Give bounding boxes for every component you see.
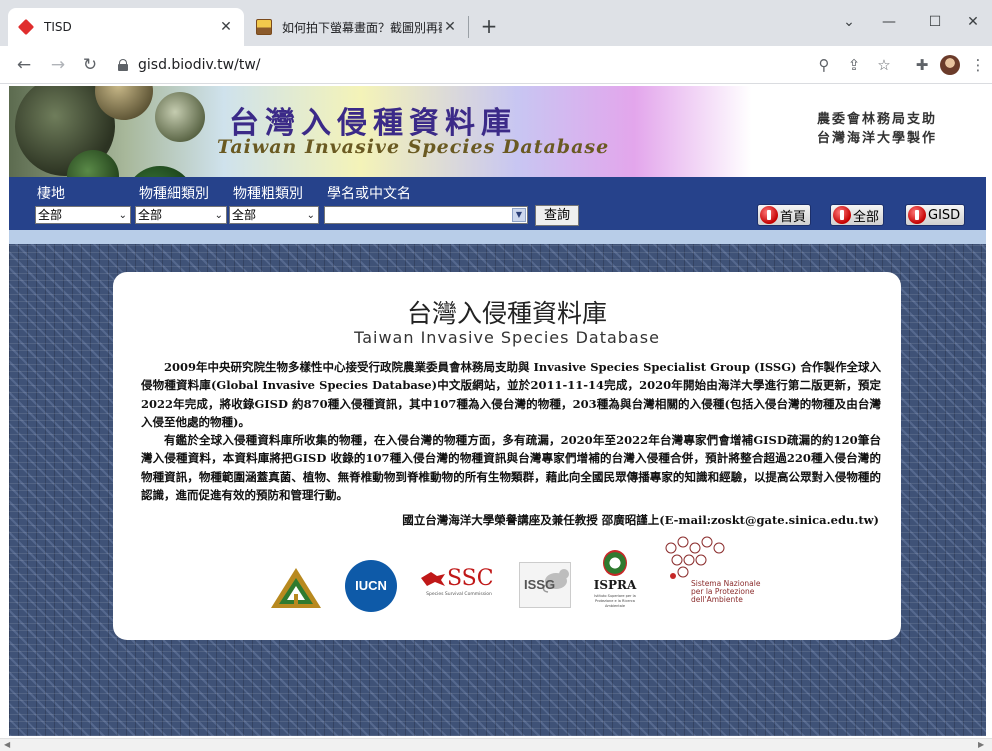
home-nav-button[interactable]: 首頁 xyxy=(757,204,812,226)
forward-arrow-icon[interactable]: → xyxy=(44,51,72,79)
lock-icon[interactable] xyxy=(118,59,128,71)
tab-tisd[interactable]: TISD ✕ xyxy=(8,8,244,46)
habitat-select-value: 全部 xyxy=(38,208,63,222)
browser-toolbar: ← → ↻ gisd.biodiv.tw/tw/ ⚲ ⇪ ☆ ✚ ⋮ xyxy=(0,46,992,84)
scroll-right-arrow-icon[interactable]: ▶ xyxy=(978,740,984,749)
iucn-logo[interactable]: IUCN xyxy=(345,560,397,612)
close-window-button[interactable]: ✕ xyxy=(950,8,992,36)
all-nav-label: 全部 xyxy=(853,209,880,225)
fine-category-select[interactable]: 全部 ⌄ xyxy=(135,206,227,224)
search-submit-button[interactable]: 查詢 xyxy=(535,205,579,226)
chevron-down-icon: ⌄ xyxy=(214,210,223,221)
scroll-left-arrow-icon[interactable]: ◀ xyxy=(4,740,10,749)
zoom-icon[interactable]: ⚲ xyxy=(810,51,838,79)
picture-icon xyxy=(256,19,272,35)
issg-logo[interactable]: ISSG xyxy=(519,562,571,608)
chevron-down-icon: ⌄ xyxy=(306,210,315,221)
red-diamond-icon xyxy=(17,18,35,36)
snpa-logo-text: Sistema Nazionale per la Protezione dell… xyxy=(691,579,761,604)
back-arrow-icon[interactable]: ← xyxy=(10,51,38,79)
hexagon-network-icon xyxy=(665,536,725,579)
ssc-logo-subtitle: Species Survival Commission xyxy=(426,592,492,597)
coarse-category-select[interactable]: 全部 ⌄ xyxy=(229,206,319,224)
intro-paragraph: 有鑑於全球入侵種資料庫所收集的物種，在入侵台灣的物種方面，多有疏漏，2020年至… xyxy=(141,433,881,503)
reload-icon[interactable]: ↻ xyxy=(76,51,104,79)
bookmark-star-icon[interactable]: ☆ xyxy=(870,51,898,79)
tab-screenshot-article[interactable]: 如何拍下螢幕畫面？截圖別再戳... ✕ xyxy=(246,8,468,46)
intro-text: 2009年中央研究院生物多樣性中心接受行政院農業委員會林務局支助與 Invasi… xyxy=(141,358,881,504)
info-icon xyxy=(760,206,778,224)
author-signature: 國立台灣海洋大學榮譽講座及兼任教授 邵廣昭謹上(E-mail:zoskt@gat… xyxy=(402,513,879,527)
ssc-logo-text: SSC xyxy=(447,566,494,591)
intro-paragraph: 2009年中央研究院生物多樣性中心接受行政院農業委員會林務局支助與 Invasi… xyxy=(141,360,881,429)
share-icon[interactable]: ⇪ xyxy=(840,51,868,79)
habitat-select[interactable]: 全部 ⌄ xyxy=(35,206,131,224)
close-tab-icon[interactable]: ✕ xyxy=(442,19,458,35)
gisd-nav-button[interactable]: GISD xyxy=(905,204,966,226)
url-text: gisd.biodiv.tw/tw/ xyxy=(138,57,261,73)
panel-title-english: Taiwan Invasive Species Database xyxy=(354,328,660,347)
issg-logo-text: ISSG xyxy=(524,577,556,592)
fine-category-select-value: 全部 xyxy=(138,208,163,222)
species-photo-orb xyxy=(155,92,205,142)
chevron-down-icon: ⌄ xyxy=(118,210,127,221)
site-banner: 台灣入侵種資料庫 Taiwan Invasive Species Databas… xyxy=(9,86,986,177)
ispra-logo-text: ISPRA xyxy=(593,578,637,592)
page-viewport: 台灣入侵種資料庫 Taiwan Invasive Species Databas… xyxy=(0,84,992,751)
web-page: 台灣入侵種資料庫 Taiwan Invasive Species Databas… xyxy=(9,86,986,736)
minimize-button[interactable]: — xyxy=(866,8,912,36)
panel-title-chinese: 台灣入侵種資料庫 xyxy=(406,299,607,328)
coarse-category-label: 物種粗類別 xyxy=(233,186,303,202)
species-name-combobox[interactable]: ▼ xyxy=(324,206,528,224)
info-icon xyxy=(908,206,926,224)
coarse-category-select-value: 全部 xyxy=(232,208,257,222)
address-bar[interactable]: gisd.biodiv.tw/tw/ xyxy=(108,50,808,80)
banner-title-english: Taiwan Invasive Species Database xyxy=(217,136,610,158)
search-bar: 棲地 物種細類別 物種粗類別 學名或中文名 全部 ⌄ 全部 ⌄ 全部 ⌄ ▼ 查… xyxy=(9,177,986,230)
name-label: 學名或中文名 xyxy=(327,186,411,202)
banner-sponsor-text: 農委會林務局支助 台灣海洋大學製作 xyxy=(817,110,937,148)
intro-panel: 台灣入侵種資料庫 Taiwan Invasive Species Databas… xyxy=(113,272,901,640)
accent-band xyxy=(9,230,986,244)
extensions-icon[interactable]: ✚ xyxy=(908,51,936,79)
combo-dropdown-button[interactable]: ▼ xyxy=(512,208,526,222)
producer-line: 台灣海洋大學製作 xyxy=(817,131,938,146)
forestry-bureau-logo[interactable] xyxy=(269,566,323,610)
ispra-logo-subtitle: Istituto Superiore per la Protezione e l… xyxy=(594,594,636,608)
italian-emblem-icon xyxy=(603,550,627,576)
ssc-emblem-icon xyxy=(421,572,445,586)
ispra-logo[interactable]: ISPRA Istituto Superiore per la Protezio… xyxy=(587,548,643,618)
gisd-nav-label: GISD xyxy=(928,207,961,223)
habitat-label: 棲地 xyxy=(37,186,65,202)
species-photo-orb xyxy=(125,166,195,177)
info-icon xyxy=(833,206,851,224)
tab-strip: TISD ✕ 如何拍下螢幕畫面？截圖別再戳... ✕ + ⌄ — ☐ ✕ xyxy=(0,0,992,46)
snpa-logo[interactable]: Sistema Nazionale per la Protezione dell… xyxy=(661,536,771,618)
home-nav-label: 首頁 xyxy=(780,209,807,225)
ssc-logo[interactable]: SSC Species Survival Commission xyxy=(419,566,499,600)
tab-title: 如何拍下螢幕畫面？截圖別再戳... xyxy=(282,20,442,35)
horizontal-scrollbar[interactable]: ◀ ▶ xyxy=(0,738,992,751)
new-tab-button[interactable]: + xyxy=(476,14,502,40)
profile-avatar[interactable] xyxy=(940,55,960,75)
menu-kebab-icon[interactable]: ⋮ xyxy=(964,51,992,79)
close-tab-icon[interactable]: ✕ xyxy=(218,19,234,35)
all-nav-button[interactable]: 全部 xyxy=(830,204,885,226)
sponsor-line: 農委會林務局支助 xyxy=(817,112,938,127)
tab-title: TISD xyxy=(44,20,72,34)
tab-separator xyxy=(468,16,469,38)
fine-category-label: 物種細類別 xyxy=(139,186,209,202)
